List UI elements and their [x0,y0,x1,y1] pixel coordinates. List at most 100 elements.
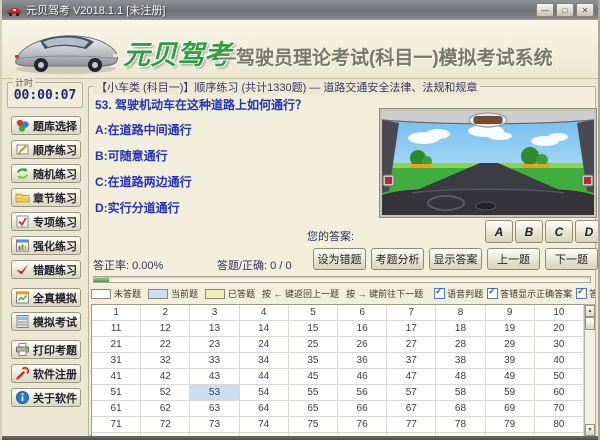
sidebar-button-关于软件[interactable]: 关于软件 [11,388,81,407]
question-number-cell[interactable]: 50 [535,369,584,385]
question-number-cell[interactable]: 55 [289,385,338,401]
question-number-cell[interactable]: 34 [240,353,289,369]
question-number-cell[interactable]: 44 [240,369,289,385]
question-number-cell[interactable]: 45 [289,369,338,385]
question-number-cell[interactable]: 79 [486,417,535,433]
answer-button-A[interactable]: A [485,220,513,243]
option-B[interactable]: B:可随意通行 [95,147,192,173]
question-number-cell[interactable]: 3 [190,305,239,321]
question-number-cell[interactable]: 42 [141,369,190,385]
question-number-cell[interactable]: 25 [289,337,338,353]
sidebar-button-打印考题[interactable]: 打印考题 [11,340,81,359]
question-number-cell[interactable]: 67 [387,401,436,417]
question-number-cell[interactable]: 46 [338,369,387,385]
question-number-cell[interactable]: 40 [535,353,584,369]
question-number-cell[interactable]: 58 [436,385,485,401]
answer-button-C[interactable]: C [545,220,573,243]
checkbox-check-icon[interactable] [487,288,498,299]
sidebar-button-强化练习[interactable]: 强化练习 [11,236,81,255]
question-number-cell[interactable]: 6 [338,305,387,321]
question-number-cell[interactable]: 37 [387,353,436,369]
question-number-cell[interactable]: 74 [240,417,289,433]
question-number-cell[interactable]: 29 [486,337,535,353]
maximize-button[interactable]: □ [556,3,574,17]
sidebar-button-题库选择[interactable]: 题库选择 [11,116,81,135]
action-button-设为错题[interactable]: 设为错题 [313,248,366,270]
question-number-cell[interactable]: 11 [92,321,141,337]
question-number-cell[interactable]: 71 [92,417,141,433]
question-number-cell[interactable]: 76 [338,417,387,433]
scroll-down-icon[interactable]: ▼ [585,424,595,436]
answer-button-D[interactable]: D [575,220,600,243]
question-number-cell[interactable]: 2 [141,305,190,321]
question-number-cell[interactable]: 41 [92,369,141,385]
question-number-cell[interactable]: 39 [486,353,535,369]
question-number-cell[interactable]: 12 [141,321,190,337]
question-number-cell[interactable]: 4 [240,305,289,321]
question-number-cell[interactable]: 8 [436,305,485,321]
question-number-cell[interactable]: 54 [240,385,289,401]
sidebar-button-错题练习[interactable]: 错题练习 [11,260,81,279]
question-number-cell[interactable]: 10 [535,305,584,321]
question-number-cell[interactable]: 13 [190,321,239,337]
question-number-cell[interactable]: 36 [338,353,387,369]
option-D[interactable]: D:实行分道通行 [95,199,192,225]
question-number-cell[interactable]: 80 [535,417,584,433]
question-number-cell[interactable]: 60 [535,385,584,401]
question-number-cell[interactable]: 43 [190,369,239,385]
question-number-cell[interactable]: 68 [436,401,485,417]
action-button-显示答案[interactable]: 显示答案 [429,248,482,270]
question-number-cell[interactable]: 7 [387,305,436,321]
question-number-cell[interactable]: 5 [289,305,338,321]
question-number-cell[interactable]: 1 [92,305,141,321]
question-number-cell[interactable]: 38 [436,353,485,369]
checkbox-语音判题[interactable]: 语音判题 [434,287,483,300]
grid-scrollbar[interactable]: ▲ ▼ [584,304,596,437]
question-number-cell[interactable]: 14 [240,321,289,337]
action-button-下一题[interactable]: 下一题 [545,248,598,270]
question-number-cell[interactable]: 62 [141,401,190,417]
sidebar-button-章节练习[interactable]: 章节练习 [11,188,81,207]
question-number-cell[interactable]: 64 [240,401,289,417]
option-A[interactable]: A:在道路中间通行 [95,121,192,147]
question-number-cell[interactable]: 21 [92,337,141,353]
question-number-cell[interactable]: 28 [436,337,485,353]
sidebar-button-专项练习[interactable]: 专项练习 [11,212,81,231]
question-number-cell[interactable]: 78 [436,417,485,433]
question-number-cell[interactable]: 33 [190,353,239,369]
question-number-cell[interactable]: 75 [289,417,338,433]
action-button-考题分析[interactable]: 考题分析 [371,248,424,270]
question-number-cell[interactable]: 52 [141,385,190,401]
question-number-cell[interactable]: 72 [141,417,190,433]
question-number-cell[interactable]: 53 [190,385,239,401]
question-number-cell[interactable]: 19 [486,321,535,337]
question-number-cell[interactable]: 26 [338,337,387,353]
question-number-cell[interactable]: 35 [289,353,338,369]
question-number-cell[interactable]: 24 [240,337,289,353]
question-number-cell[interactable]: 16 [338,321,387,337]
question-number-cell[interactable]: 73 [190,417,239,433]
question-number-cell[interactable]: 61 [92,401,141,417]
action-button-上一题[interactable]: 上一题 [487,248,540,270]
question-number-cell[interactable]: 17 [387,321,436,337]
scroll-up-icon[interactable]: ▲ [585,305,595,317]
question-number-cell[interactable]: 9 [486,305,535,321]
checkbox-答错显示正确答案[interactable]: 答错显示正确答案 [487,287,572,300]
sidebar-button-模拟考试[interactable]: 模拟考试 [11,312,81,331]
question-number-cell[interactable]: 18 [436,321,485,337]
question-number-cell[interactable]: 48 [436,369,485,385]
checkbox-check-icon[interactable] [576,288,587,299]
question-number-cell[interactable]: 69 [486,401,535,417]
sidebar-button-软件注册[interactable]: 软件注册 [11,364,81,383]
answer-button-B[interactable]: B [515,220,543,243]
question-number-cell[interactable]: 57 [387,385,436,401]
question-number-cell[interactable]: 56 [338,385,387,401]
question-number-cell[interactable]: 77 [387,417,436,433]
close-button[interactable]: ✕ [576,3,594,17]
option-C[interactable]: C:在道路两边通行 [95,173,192,199]
question-number-cell[interactable]: 49 [486,369,535,385]
question-number-cell[interactable]: 31 [92,353,141,369]
question-number-cell[interactable]: 22 [141,337,190,353]
question-number-cell[interactable]: 30 [535,337,584,353]
question-number-cell[interactable]: 47 [387,369,436,385]
